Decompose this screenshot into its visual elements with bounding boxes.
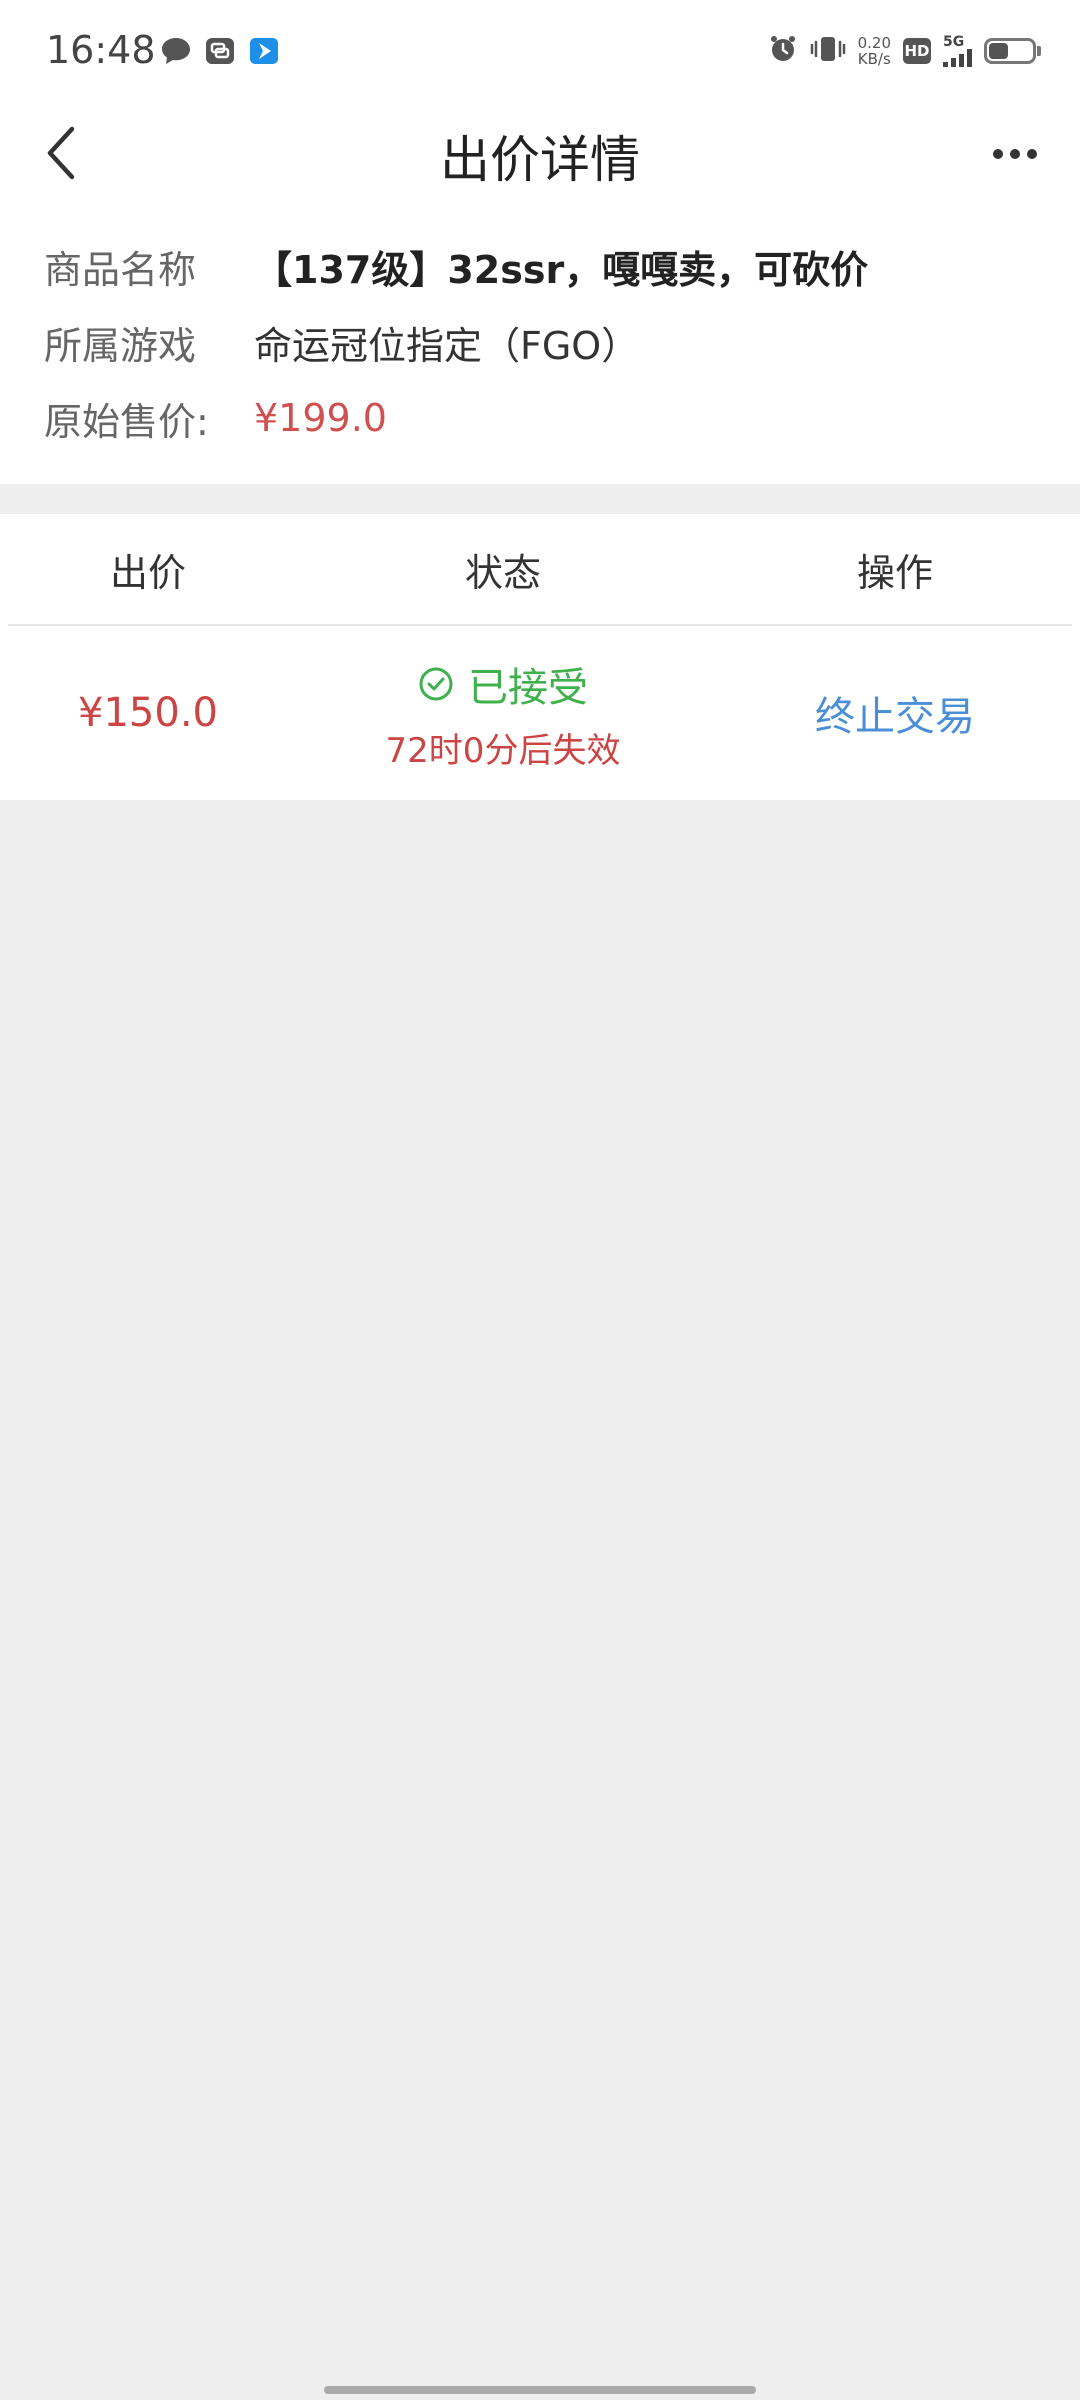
net-speed-unit: KB/s (857, 50, 891, 68)
alarm-icon (768, 34, 798, 68)
signal-label: 5G (943, 34, 965, 50)
status-text: 已接受 (468, 664, 588, 711)
hd-badge: HD (903, 38, 931, 64)
terminate-trade-link[interactable]: 终止交易 (815, 694, 975, 740)
offers-table-header: 出价 状态 操作 (8, 514, 1072, 626)
expiry-countdown: 72时0分后失效 (385, 730, 621, 771)
product-name-row: 商品名称 【137级】32ssr，嘎嘎卖，可砍价 (0, 228, 1080, 304)
blue-app-icon (248, 36, 280, 70)
top-panel: 16:48 0.20 KB/s HD 5G 出价详情 商品名称 【137级】32… (0, 0, 1080, 484)
message-app-icon (204, 36, 236, 70)
chat-bubble-icon (160, 36, 192, 70)
battery-icon (984, 38, 1041, 64)
more-dot-icon (993, 149, 1003, 159)
battery-level-fill (989, 43, 1008, 59)
original-price-row: 原始售价: ¥199.0 (0, 380, 1080, 456)
offers-table: 出价 状态 操作 ¥150.0 已接受 72时0分后失效 终止交易 (0, 514, 1080, 800)
vibrate-icon (810, 34, 846, 68)
net-speed-value: 0.20 (857, 34, 891, 52)
table-row: ¥150.0 已接受 72时0分后失效 终止交易 (8, 626, 1072, 800)
status-accepted: 已接受 (418, 655, 588, 713)
status-notification-icons (160, 36, 280, 70)
original-price-value: ¥199.0 (254, 396, 387, 440)
product-info: 商品名称 【137级】32ssr，嘎嘎卖，可砍价 所属游戏 命运冠位指定（FGO… (0, 208, 1080, 484)
game-label: 所属游戏 (44, 323, 197, 368)
column-header-offer: 出价 (109, 550, 186, 595)
more-dot-icon (1010, 149, 1020, 159)
check-circle-icon (419, 667, 453, 700)
product-name-label: 商品名称 (44, 247, 197, 292)
page-title: 出价详情 (440, 131, 640, 189)
status-time: 16:48 (46, 28, 156, 72)
navigation-bar: 出价详情 (0, 100, 1080, 208)
signal-strength: 5G (943, 35, 972, 67)
action-cell: 终止交易 (718, 684, 1072, 742)
signal-bars-icon (943, 49, 972, 67)
status-right-area: 0.20 KB/s HD 5G (768, 34, 1041, 68)
game-value: 命运冠位指定（FGO） (254, 323, 640, 368)
more-dot-icon (1027, 149, 1037, 159)
offer-price: ¥150.0 (78, 690, 218, 736)
column-header-status: 状态 (464, 550, 541, 595)
product-name-value: 【137级】32ssr，嘎嘎卖，可砍价 (254, 247, 869, 292)
status-bar: 16:48 0.20 KB/s HD 5G (0, 0, 1080, 100)
game-row: 所属游戏 命运冠位指定（FGO） (0, 304, 1080, 380)
net-speed: 0.20 KB/s (858, 35, 891, 67)
column-header-action: 操作 (856, 550, 933, 595)
offer-status: 已接受 72时0分后失效 (288, 655, 718, 772)
original-price-label: 原始售价: (44, 399, 209, 444)
more-options-button[interactable] (980, 122, 1050, 186)
home-indicator[interactable] (324, 2386, 756, 2394)
section-divider (0, 484, 1080, 514)
